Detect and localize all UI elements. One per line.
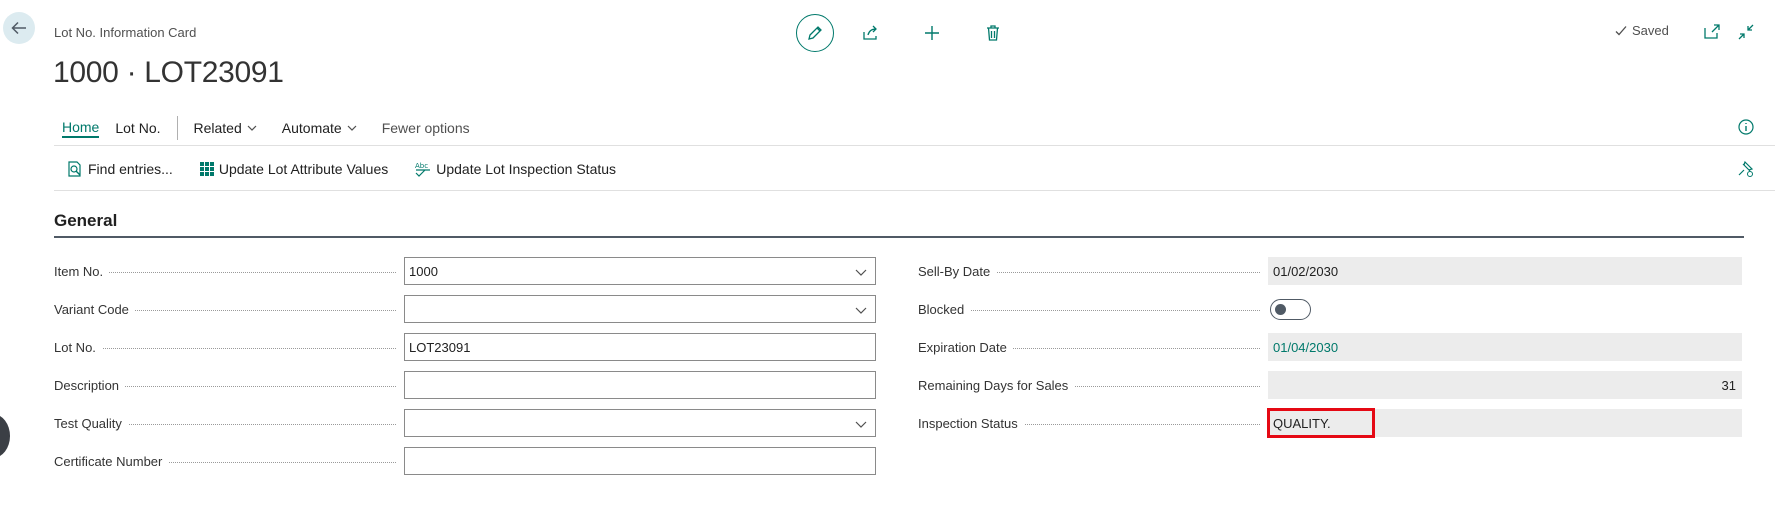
saved-status: Saved — [1614, 23, 1669, 38]
highlight-box — [1267, 408, 1375, 438]
find-entries-icon — [68, 161, 81, 177]
open-new-window-icon — [1704, 24, 1720, 39]
saved-label: Saved — [1632, 23, 1669, 38]
field-description: Description — [54, 371, 876, 399]
certificate-number-input[interactable] — [404, 447, 876, 475]
divider — [54, 145, 1775, 146]
chevron-down-icon — [855, 307, 867, 314]
info-icon — [1738, 119, 1754, 135]
open-new-window-button[interactable] — [1702, 22, 1722, 42]
field-label: Expiration Date — [918, 339, 1013, 355]
page-caption: Lot No. Information Card — [54, 25, 197, 40]
update-lot-inspection-status-button[interactable]: Abc Update Lot Inspection Status — [414, 160, 616, 178]
section-title-general[interactable]: General — [54, 211, 117, 231]
tab-fewer-options[interactable]: Fewer options — [374, 117, 478, 139]
arrow-left-icon — [11, 21, 26, 35]
collapse-icon — [1738, 24, 1754, 40]
trash-icon — [987, 25, 999, 41]
field-blocked: Blocked — [918, 295, 1742, 323]
checkmark-icon — [1615, 25, 1627, 35]
tab-automate[interactable]: Automate — [274, 117, 366, 139]
field-sell-by-date: Sell-By Date 01/02/2030 — [918, 257, 1742, 285]
chevron-down-icon — [855, 421, 867, 428]
section-divider — [54, 236, 1744, 238]
field-certificate-number: Certificate Number — [54, 447, 876, 475]
field-expiration-date: Expiration Date 01/04/2030 — [918, 333, 1742, 361]
field-label: Item No. — [54, 263, 110, 279]
field-label: Blocked — [918, 301, 971, 317]
field-item-no: Item No. 1000 — [54, 257, 876, 285]
pin-icon — [1738, 160, 1754, 177]
variant-code-input[interactable] — [404, 295, 876, 323]
delete-button[interactable] — [981, 21, 1005, 45]
find-entries-button[interactable]: Find entries... — [66, 160, 173, 178]
pin-button[interactable] — [1736, 160, 1756, 180]
new-button[interactable] — [920, 21, 944, 45]
lot-no-input[interactable]: LOT23091 — [404, 333, 876, 361]
description-input[interactable] — [404, 371, 876, 399]
field-label: Lot No. — [54, 339, 102, 355]
item-no-input[interactable]: 1000 — [404, 257, 876, 285]
back-button[interactable] — [3, 12, 35, 44]
field-label: Sell-By Date — [918, 263, 997, 279]
action-tabs: Home Lot No. Related Automate Fewer opti… — [54, 116, 478, 140]
field-test-quality: Test Quality — [54, 409, 876, 437]
info-button[interactable] — [1737, 118, 1755, 136]
sell-by-date-value: 01/02/2030 — [1268, 257, 1742, 285]
tab-divider — [176, 116, 178, 140]
blocked-toggle[interactable] — [1270, 298, 1311, 320]
action-bar: Find entries... Update Lot Attribute Val… — [66, 160, 616, 178]
field-remaining-days-for-sales: Remaining Days for Sales 31 — [918, 371, 1742, 399]
plus-icon — [925, 26, 939, 40]
field-label: Variant Code — [54, 301, 135, 317]
test-quality-input[interactable] — [404, 409, 876, 437]
tab-related[interactable]: Related — [186, 117, 266, 139]
expiration-date-value[interactable]: 01/04/2030 — [1268, 333, 1742, 361]
pencil-icon — [808, 26, 822, 40]
record-actions — [796, 14, 1005, 52]
field-label: Remaining Days for Sales — [918, 377, 1075, 393]
chevron-down-icon — [855, 269, 867, 276]
field-label: Inspection Status — [918, 415, 1024, 431]
update-lot-attribute-values-button[interactable]: Update Lot Attribute Values — [199, 161, 388, 177]
abc-check-icon: Abc — [415, 162, 431, 177]
field-variant-code: Variant Code — [54, 295, 876, 323]
tab-home[interactable]: Home — [54, 117, 107, 139]
page-title: 1000 · LOT23091 — [53, 56, 284, 89]
chevron-down-icon — [247, 125, 257, 131]
tab-lot-no[interactable]: Lot No. — [107, 117, 168, 139]
edit-button[interactable] — [796, 14, 834, 52]
remaining-days-value: 31 — [1268, 371, 1742, 399]
share-button[interactable] — [859, 21, 883, 45]
svg-text:Abc: Abc — [415, 162, 428, 170]
field-label: Certificate Number — [54, 453, 169, 469]
grid-icon — [199, 162, 214, 176]
side-panel-handle[interactable] — [0, 414, 10, 458]
chevron-down-icon — [347, 125, 357, 131]
collapse-button[interactable] — [1736, 22, 1756, 42]
divider — [54, 190, 1775, 191]
field-label: Description — [54, 377, 126, 393]
share-icon — [863, 25, 877, 40]
field-label: Test Quality — [54, 415, 128, 431]
field-lot-no: Lot No. LOT23091 — [54, 333, 876, 361]
